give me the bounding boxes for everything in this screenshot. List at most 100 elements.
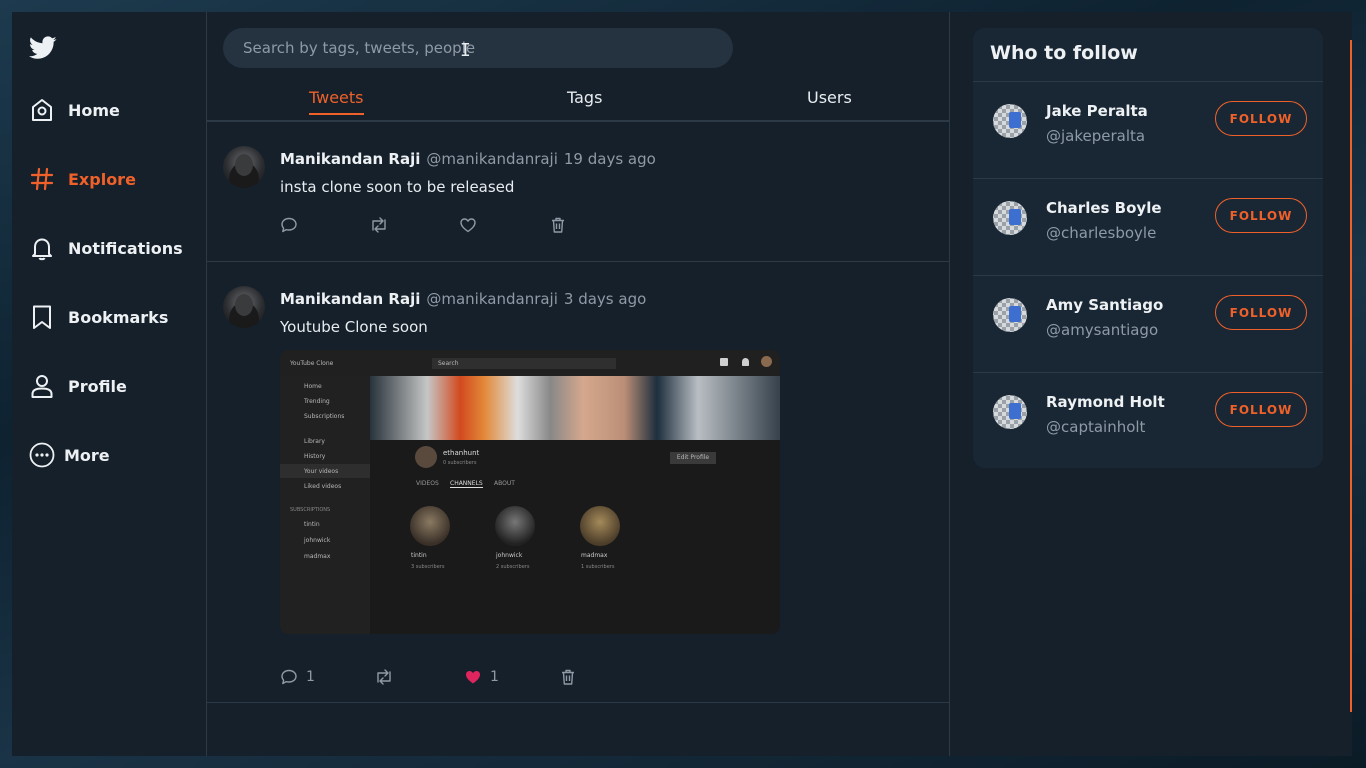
bell-icon bbox=[29, 235, 55, 261]
video-icon bbox=[720, 358, 728, 366]
tweet-text: insta clone soon to be released bbox=[280, 178, 515, 196]
tweet-image[interactable]: YouTube Clone Search Home Trending Subsc… bbox=[280, 350, 780, 634]
image-channel-thumb bbox=[410, 506, 450, 546]
tweet-time: 3 days ago bbox=[563, 290, 647, 308]
image-app-title: YouTube Clone bbox=[290, 360, 334, 367]
sidebar-item-label: Explore bbox=[68, 169, 136, 189]
tab-tweets[interactable]: Tweets bbox=[309, 88, 364, 115]
follow-suggestion: Amy Santiago @amysantiago FOLLOW bbox=[973, 275, 1323, 372]
follow-user-name[interactable]: Raymond Holt bbox=[1046, 393, 1165, 411]
image-sub-item: tintin bbox=[304, 521, 320, 528]
follow-user-handle[interactable]: @jakeperalta bbox=[1046, 127, 1145, 145]
follow-button[interactable]: FOLLOW bbox=[1215, 295, 1307, 330]
sidebar-item-explore[interactable]: Explore bbox=[29, 162, 136, 196]
sidebar-item-label: More bbox=[64, 445, 110, 465]
panel-title: Who to follow bbox=[990, 42, 1138, 64]
image-nav-item: History bbox=[304, 453, 326, 460]
comment-button[interactable] bbox=[280, 216, 306, 234]
main-column: Tweets Tags Users Manikandan Raji @manika… bbox=[206, 12, 950, 756]
image-channel-name: ethanhunt bbox=[443, 449, 480, 457]
avatar[interactable] bbox=[993, 104, 1027, 138]
sidebar-item-label: Notifications bbox=[68, 238, 183, 258]
tweet-header: Manikandan Raji @manikandanraji 19 days ag… bbox=[280, 150, 656, 168]
sidebar-item-label: Home bbox=[68, 100, 120, 120]
follow-suggestion: Charles Boyle @charlesboyle FOLLOW bbox=[973, 178, 1323, 275]
tweet-author-name[interactable]: Manikandan Raji bbox=[280, 150, 420, 168]
avatar[interactable] bbox=[993, 298, 1027, 332]
tweet-header: Manikandan Raji @manikandanraji 3 days ago bbox=[280, 290, 646, 308]
tweet-text: Youtube Clone soon bbox=[280, 318, 428, 336]
follow-user-name[interactable]: Charles Boyle bbox=[1046, 199, 1162, 217]
avatar[interactable] bbox=[993, 395, 1027, 429]
follow-button[interactable]: FOLLOW bbox=[1215, 101, 1307, 136]
sidebar-item-profile[interactable]: Profile bbox=[29, 369, 127, 403]
image-nav-item: Library bbox=[304, 438, 325, 445]
trash-icon bbox=[552, 217, 564, 233]
image-sub-item: madmax bbox=[304, 553, 331, 560]
comment-icon bbox=[281, 669, 297, 685]
image-channel-tab: VIDEOS bbox=[416, 480, 439, 487]
explore-tabs: Tweets Tags Users bbox=[207, 84, 950, 122]
image-sidebar: Home Trending Subscriptions Library Hist… bbox=[280, 376, 370, 634]
scrollbar[interactable] bbox=[1350, 40, 1352, 712]
image-channel-label: madmax bbox=[581, 552, 608, 559]
image-channel-subs: 0 subscribers bbox=[443, 460, 477, 466]
image-nav-item: Liked videos bbox=[304, 483, 342, 490]
follow-button[interactable]: FOLLOW bbox=[1215, 392, 1307, 427]
like-count: 1 bbox=[490, 669, 499, 685]
bookmark-icon bbox=[29, 304, 55, 330]
delete-button[interactable] bbox=[549, 216, 567, 234]
tweet-author-handle[interactable]: @manikandanraji bbox=[426, 150, 558, 168]
text-cursor-icon: I bbox=[460, 40, 471, 61]
image-channel-label: johnwick bbox=[496, 552, 523, 559]
follow-suggestion: Raymond Holt @captainholt FOLLOW bbox=[973, 372, 1323, 469]
follow-user-handle[interactable]: @charlesboyle bbox=[1046, 224, 1156, 242]
delete-button[interactable] bbox=[559, 668, 577, 686]
retweet-icon bbox=[377, 669, 391, 685]
image-nav-item: Home bbox=[304, 383, 322, 390]
retweet-button[interactable] bbox=[369, 216, 389, 234]
hashtag-icon bbox=[29, 166, 55, 192]
like-button[interactable]: 1 bbox=[464, 668, 499, 686]
avatar[interactable] bbox=[223, 286, 265, 328]
tweet[interactable]: Manikandan Raji @manikandanraji 19 days ag… bbox=[207, 122, 950, 262]
image-banner bbox=[370, 376, 780, 440]
image-search: Search bbox=[432, 358, 616, 369]
image-edit-button: Edit Profile bbox=[670, 452, 716, 464]
comment-count: 1 bbox=[306, 669, 315, 685]
retweet-button[interactable] bbox=[374, 668, 394, 686]
heart-icon bbox=[460, 218, 476, 233]
sidebar-item-label: Bookmarks bbox=[68, 307, 169, 327]
tab-tags[interactable]: Tags bbox=[567, 88, 602, 113]
avatar[interactable] bbox=[223, 146, 265, 188]
twitter-bird-icon[interactable] bbox=[28, 36, 57, 60]
tweet-time: 19 days ago bbox=[563, 150, 656, 168]
sidebar-item-more[interactable]: More bbox=[29, 438, 110, 472]
sidebar-item-bookmarks[interactable]: Bookmarks bbox=[29, 300, 168, 334]
image-channel-avatar bbox=[415, 446, 437, 468]
sidebar-item-home[interactable]: Home bbox=[29, 93, 120, 127]
follow-button[interactable]: FOLLOW bbox=[1215, 198, 1307, 233]
image-nav-item: Your videos bbox=[304, 468, 339, 475]
search-bar[interactable] bbox=[223, 28, 733, 68]
follow-user-handle[interactable]: @amysantiago bbox=[1046, 321, 1158, 339]
like-button[interactable] bbox=[459, 216, 485, 234]
bell-icon bbox=[742, 358, 749, 366]
follow-user-name[interactable]: Amy Santiago bbox=[1046, 296, 1163, 314]
comment-button[interactable]: 1 bbox=[280, 668, 315, 686]
user-icon bbox=[29, 373, 55, 399]
tweet-author-handle[interactable]: @manikandanraji bbox=[426, 290, 558, 308]
follow-user-name[interactable]: Jake Peralta bbox=[1046, 102, 1148, 120]
image-sub-item: johnwick bbox=[304, 537, 331, 544]
tab-users[interactable]: Users bbox=[807, 88, 852, 113]
image-subs-heading: SUBSCRIPTIONS bbox=[290, 507, 331, 513]
search-input[interactable] bbox=[243, 39, 733, 57]
tweet-author-name[interactable]: Manikandan Raji bbox=[280, 290, 420, 308]
avatar[interactable] bbox=[993, 201, 1027, 235]
tweet[interactable]: Manikandan Raji @manikandanraji 3 days ago… bbox=[207, 262, 950, 703]
follow-user-handle[interactable]: @captainholt bbox=[1046, 418, 1145, 436]
sidebar-item-notifications[interactable]: Notifications bbox=[29, 231, 183, 265]
sidebar: Home Explore Notifications Bookmarks Pro bbox=[12, 12, 206, 756]
retweet-icon bbox=[372, 217, 386, 233]
who-to-follow-panel: Who to follow Jake Peralta @jakeperalta … bbox=[973, 28, 1323, 468]
